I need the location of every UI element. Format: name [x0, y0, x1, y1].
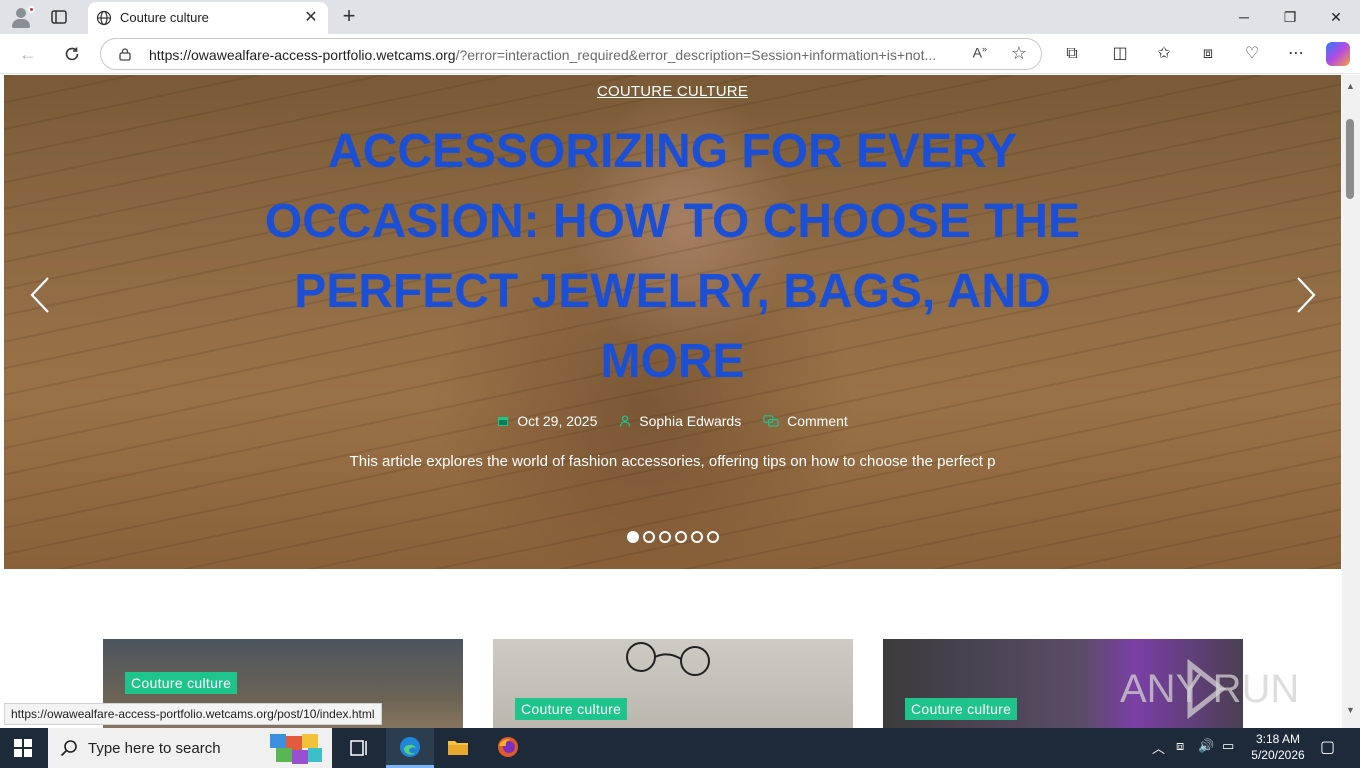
scroll-down-icon[interactable]: ▼	[1346, 705, 1355, 715]
eyeglasses-image	[626, 642, 710, 676]
slider-pagination	[4, 530, 1341, 548]
calendar-icon	[498, 417, 509, 426]
edge-taskbar-icon[interactable]	[386, 728, 434, 768]
hero-title[interactable]: ACCESSORIZING FOR EVERY OCCASION: HOW TO…	[264, 117, 1081, 397]
post-author[interactable]: Sophia Edwards	[619, 413, 741, 429]
minimize-button[interactable]: ─	[1230, 6, 1258, 28]
scroll-up-icon[interactable]: ▲	[1346, 81, 1355, 91]
taskbar-search-input[interactable]: Type here to search	[48, 728, 332, 768]
favorites-icon[interactable]: ✩	[1152, 42, 1176, 66]
tray-device-icon[interactable]: ⧈	[1176, 738, 1184, 754]
card-category-badge[interactable]: Couture culture	[515, 698, 628, 720]
close-window-button[interactable]: ✕	[1322, 6, 1350, 28]
windows-taskbar: Type here to search ︿ ⧈ 🔊 ▭ 3:18 AM 5/20…	[0, 728, 1360, 768]
tray-chevron-icon[interactable]: ︿	[1152, 738, 1165, 757]
svg-text:ANY RUN: ANY RUN	[1120, 667, 1299, 711]
search-placeholder: Type here to search	[88, 740, 221, 757]
tab-title: Couture culture	[120, 10, 209, 25]
slider-prev-arrow-icon[interactable]	[28, 275, 52, 315]
card-category-badge[interactable]: Couture culture	[125, 672, 238, 694]
browser-essentials-icon[interactable]: ♡	[1240, 42, 1264, 66]
read-aloud-icon[interactable]: A»	[973, 44, 987, 61]
slider-dot-4[interactable]	[674, 531, 687, 543]
network-icon[interactable]: ▭	[1222, 738, 1234, 754]
slider-dot-5[interactable]	[690, 531, 703, 543]
link-status-tooltip: https://owawealfare-access-portfolio.wet…	[4, 703, 382, 725]
windows-start-icon[interactable]	[14, 739, 32, 757]
address-bar[interactable]: https://owawealfare-access-portfolio.wet…	[100, 38, 1042, 70]
hero-slider: COUTURE CULTURE ACCESSORIZING FOR EVERY …	[4, 75, 1341, 569]
close-tab-icon[interactable]: ✕	[302, 9, 320, 27]
notifications-icon[interactable]: ▢	[1320, 737, 1335, 757]
system-clock[interactable]: 3:18 AM 5/20/2026	[1246, 731, 1310, 763]
tab-actions-icon[interactable]	[50, 8, 68, 26]
firefox-icon[interactable]	[484, 728, 532, 768]
post-date[interactable]: Oct 29, 2025	[497, 413, 597, 429]
slider-dot-1[interactable]	[626, 531, 639, 543]
url-text: https://owawealfare-access-portfolio.wet…	[149, 47, 937, 63]
comment-icon	[763, 415, 779, 427]
user-icon	[620, 415, 631, 427]
scrollbar-thumb[interactable]	[1346, 119, 1354, 199]
file-explorer-icon[interactable]	[434, 728, 482, 768]
slider-next-arrow-icon[interactable]	[1294, 275, 1318, 315]
card-category-badge[interactable]: Couture culture	[905, 698, 1018, 720]
back-button[interactable]: ←	[16, 42, 40, 66]
tab-couture-culture[interactable]: Couture culture ✕	[88, 2, 328, 34]
page-scrollbar[interactable]: ▲ ▼	[1342, 75, 1360, 728]
globe-icon	[96, 10, 112, 26]
browser-toolbar: ← https://owawealfare-access-portfolio.w…	[0, 34, 1360, 74]
refresh-button[interactable]	[60, 42, 84, 66]
task-view-icon[interactable]	[336, 728, 384, 768]
split-screen-icon[interactable]: ◫	[1108, 42, 1132, 66]
puzzle-widget-icon[interactable]	[266, 730, 328, 766]
page-viewport: COUTURE CULTURE ACCESSORIZING FOR EVERY …	[0, 75, 1360, 728]
extensions-icon[interactable]: ⧉	[1060, 42, 1084, 66]
slider-dot-2[interactable]	[642, 531, 655, 543]
copilot-icon[interactable]	[1326, 42, 1350, 66]
favorite-star-icon[interactable]: ☆	[1011, 43, 1027, 64]
volume-icon[interactable]: 🔊	[1198, 738, 1214, 754]
settings-more-icon[interactable]: ⋯	[1284, 42, 1308, 66]
new-tab-button[interactable]: +	[338, 5, 360, 28]
post-comment-link[interactable]: Comment	[763, 413, 848, 429]
hero-excerpt: This article explores the world of fashi…	[349, 453, 996, 470]
post-card-2[interactable]: Couture culture	[493, 639, 853, 728]
search-icon	[60, 739, 78, 757]
profile-avatar-icon[interactable]	[8, 4, 35, 30]
site-info-icon[interactable]	[118, 47, 132, 61]
hero-meta: Oct 29, 2025 Sophia Edwards Comment	[4, 413, 1341, 429]
hero-category-link[interactable]: COUTURE CULTURE	[4, 83, 1341, 100]
collections-icon[interactable]: ⧈	[1196, 42, 1220, 66]
browser-tab-strip: Couture culture ✕ + ─ ❐ ✕	[0, 0, 1360, 34]
slider-dot-6[interactable]	[706, 531, 719, 543]
anyrun-watermark: ANY RUN	[1118, 654, 1314, 724]
slider-dot-3[interactable]	[658, 531, 671, 543]
restore-button[interactable]: ❐	[1276, 6, 1304, 28]
